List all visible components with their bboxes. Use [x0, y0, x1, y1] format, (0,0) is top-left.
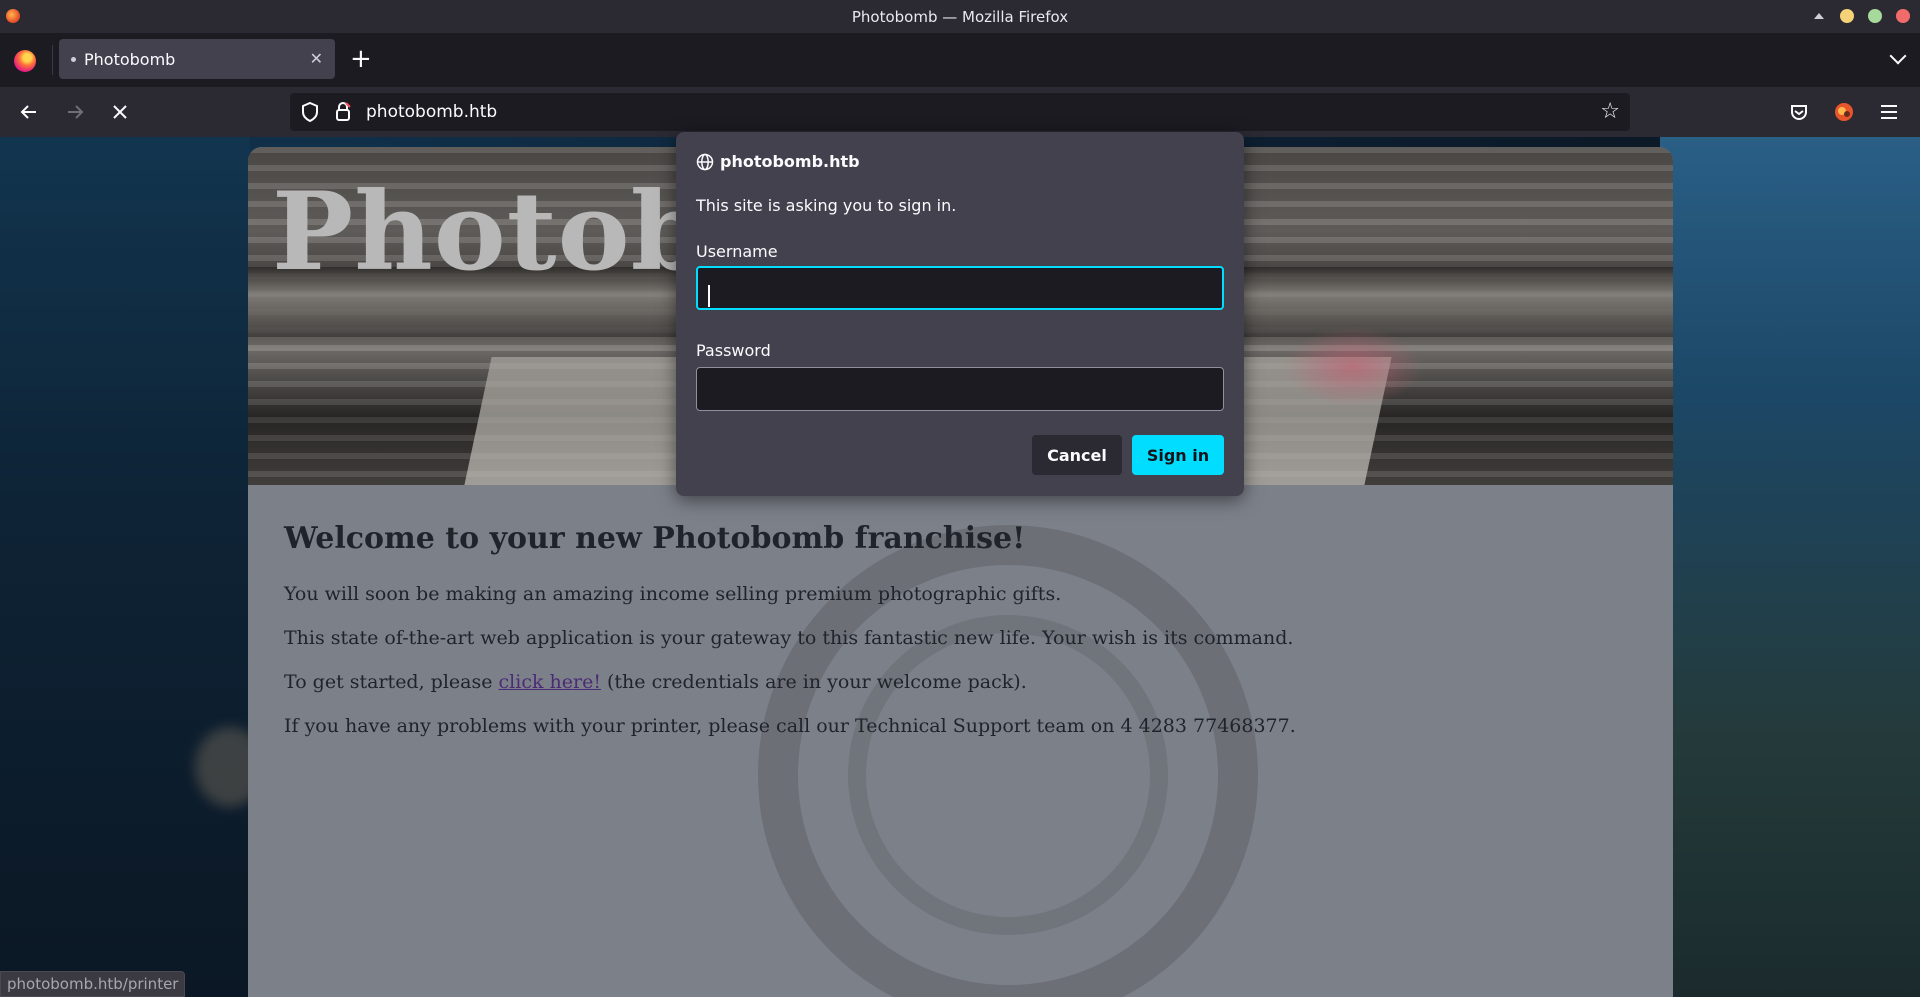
- auth-dialog: photobomb.htb This site is asking you to…: [676, 132, 1244, 496]
- password-field[interactable]: [696, 367, 1224, 411]
- credentials-note: (the credentials are in your welcome pac…: [600, 671, 1027, 693]
- tab-strip: Photobomb ✕ +: [0, 33, 1920, 87]
- get-started-paragraph: To get started, please click here! (the …: [284, 671, 1027, 693]
- close-icon: [113, 105, 127, 119]
- status-bar: photobomb.htb/printer: [0, 971, 186, 997]
- window-title: Photobomb — Mozilla Firefox: [851, 7, 1069, 26]
- welcome-section: Welcome to your new Photobomb franchise!…: [248, 485, 1673, 997]
- cancel-button[interactable]: Cancel: [1032, 435, 1122, 475]
- banner-title: Photob: [272, 169, 708, 295]
- minimize-button[interactable]: [1840, 9, 1854, 23]
- background-right: [1660, 137, 1920, 997]
- account-icon[interactable]: [1831, 99, 1857, 125]
- support-paragraph: If you have any problems with your print…: [284, 715, 1296, 737]
- window-controls: [1814, 9, 1910, 23]
- welcome-heading: Welcome to your new Photobomb franchise!: [284, 521, 1026, 556]
- dialog-message: This site is asking you to sign in.: [696, 196, 957, 215]
- password-label: Password: [696, 341, 771, 360]
- url-text[interactable]: photobomb.htb: [366, 102, 497, 122]
- background-left: [0, 137, 250, 997]
- keep-above-icon[interactable]: [1814, 13, 1824, 19]
- click-here-link[interactable]: click here!: [499, 671, 601, 693]
- new-tab-button[interactable]: +: [350, 45, 372, 73]
- tab-photobomb[interactable]: Photobomb ✕: [59, 39, 335, 79]
- arrow-left-icon: [20, 105, 36, 119]
- firefox-app-icon: [6, 9, 20, 23]
- tab-loading-dot-icon: [71, 56, 76, 62]
- sign-in-button[interactable]: Sign in: [1132, 435, 1224, 475]
- gateway-paragraph: This state of-the-art web application is…: [284, 627, 1294, 649]
- username-label: Username: [696, 242, 778, 261]
- tab-label: Photobomb: [84, 49, 176, 69]
- get-started-text: To get started, please: [284, 671, 499, 693]
- arrow-right-icon: [68, 105, 84, 119]
- intro-paragraph: You will soon be making an amazing incom…: [284, 583, 1062, 605]
- window-titlebar: Photobomb — Mozilla Firefox: [0, 0, 1920, 33]
- lock-icon[interactable]: [334, 101, 352, 127]
- maximize-button[interactable]: [1868, 9, 1882, 23]
- list-all-tabs-chevron-icon[interactable]: [1889, 47, 1907, 65]
- hamburger-menu-icon[interactable]: [1876, 99, 1902, 125]
- dialog-origin-text: photobomb.htb: [720, 152, 860, 171]
- shield-icon[interactable]: [300, 101, 320, 127]
- dialog-origin: photobomb.htb: [696, 152, 860, 171]
- banner-highlight: [1283, 327, 1423, 407]
- stop-button[interactable]: [105, 97, 135, 127]
- forward-button[interactable]: [60, 97, 90, 127]
- back-button[interactable]: [14, 97, 44, 127]
- firefox-view-icon[interactable]: [14, 50, 36, 72]
- url-bar[interactable]: photobomb.htb ☆: [290, 93, 1630, 131]
- tab-close-icon[interactable]: ✕: [310, 49, 323, 68]
- globe-icon: [696, 153, 714, 170]
- username-text-caret: [708, 285, 710, 307]
- camera-lens-inner-background: [848, 615, 1168, 935]
- star-icon[interactable]: ☆: [1600, 99, 1620, 124]
- close-window-button[interactable]: [1896, 9, 1910, 23]
- pocket-icon[interactable]: [1786, 99, 1812, 125]
- navigation-toolbar: photobomb.htb ☆: [0, 87, 1920, 137]
- username-field[interactable]: [696, 266, 1224, 310]
- tab-strip-divider: [52, 45, 53, 75]
